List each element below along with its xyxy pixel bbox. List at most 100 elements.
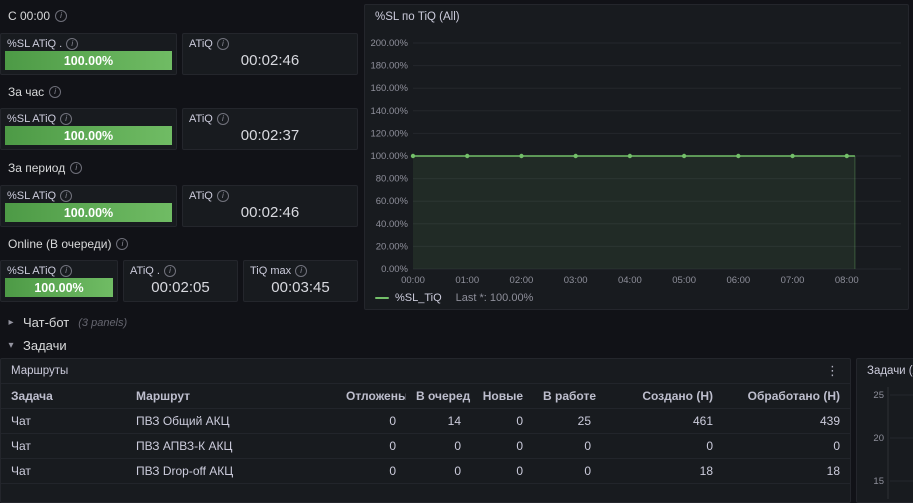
info-icon[interactable]: i <box>66 38 79 50</box>
info-icon[interactable]: i <box>216 113 229 125</box>
panel-title-text: %SL ATiQ <box>7 113 57 125</box>
sl-by-tiq-chart-panel: %SL по TiQ (All) 0.00% 20.00% 40.00% 60.00%… <box>364 4 909 310</box>
info-icon[interactable]: i <box>216 190 229 202</box>
stat-value: 00:03:45 <box>271 279 330 296</box>
gauge-bar: 100.00% <box>5 51 172 70</box>
panel-title-text: TiQ max <box>250 265 292 277</box>
svg-text:60.00%: 60.00% <box>376 196 409 207</box>
svg-text:80.00%: 80.00% <box>376 174 409 185</box>
stat-panel: ATiQ i 00:02:37 <box>182 108 358 150</box>
panel-title-text: %SL ATiQ . <box>7 38 63 50</box>
gauge-value: 100.00% <box>63 128 114 143</box>
info-icon[interactable]: i <box>49 85 62 98</box>
gauge-value: 100.00% <box>34 280 84 295</box>
stat-value: 00:02:05 <box>151 279 210 296</box>
table-cell: 18 <box>699 464 713 478</box>
panel-title: TiQ max i <box>250 265 353 277</box>
info-icon[interactable]: i <box>295 265 308 277</box>
panel-title-text: %SL ATiQ <box>7 265 57 277</box>
panel-title: ATiQ i <box>189 113 353 125</box>
section-header-1[interactable]: С 00:00 i <box>8 8 68 23</box>
row-chatbot-title: Чат-бот <box>23 315 70 330</box>
row-tasks[interactable]: ▾ Задачи <box>6 337 67 354</box>
svg-text:160.00%: 160.00% <box>370 83 408 94</box>
column-header-6[interactable]: В работе <box>533 389 601 403</box>
info-icon[interactable]: i <box>60 265 73 277</box>
column-header-3[interactable]: Отложены <box>336 389 406 403</box>
column-header-7[interactable]: Создано (Н) <box>601 389 723 403</box>
routes-table-title: Маршруты <box>11 365 69 377</box>
info-icon[interactable]: i <box>216 38 229 50</box>
table-cell: 18 <box>826 464 840 478</box>
section-header-4[interactable]: Online (В очереди) i <box>8 236 129 251</box>
section-header-3[interactable]: За период i <box>8 160 83 175</box>
column-header-1[interactable]: Задача <box>1 389 126 403</box>
svg-text:04:00: 04:00 <box>618 275 642 286</box>
row-chatbot-panel-count: (3 panels) <box>78 316 128 329</box>
panel-title: ATiQ i <box>189 38 353 50</box>
row-chatbot[interactable]: ▸ Чат-бот (3 panels) <box>6 314 127 331</box>
info-icon[interactable]: i <box>55 9 68 22</box>
stat-panel: ATiQ i 00:02:46 <box>182 185 358 227</box>
table-row: Чат ПВЗ Drop-off АКЦ 0 0 0 0 18 18 <box>1 459 850 484</box>
stat-value: 00:02:37 <box>240 127 300 144</box>
section-title: Online (В очереди) <box>8 236 112 251</box>
table-cell: 0 <box>516 439 523 453</box>
panel-title-text: ATiQ <box>189 113 213 125</box>
table-cell: 0 <box>389 414 396 428</box>
svg-text:180.00%: 180.00% <box>370 61 408 72</box>
svg-text:02:00: 02:00 <box>510 275 534 286</box>
info-icon[interactable]: i <box>116 237 129 250</box>
svg-text:00:00: 00:00 <box>401 275 425 286</box>
legend-series-label[interactable]: %SL_TiQ <box>395 292 442 304</box>
info-icon[interactable]: i <box>70 161 83 174</box>
gauge-bar: 100.00% <box>5 203 172 222</box>
table-cell: 0 <box>389 464 396 478</box>
panel-menu-icon[interactable]: ⋮ <box>823 363 842 379</box>
panel-title-text: ATiQ <box>189 38 213 50</box>
gauge-panel: %SL ATiQ i 100.00% <box>0 260 118 302</box>
chart-legend: %SL_TiQ Last *: 100.00% <box>375 292 533 304</box>
svg-text:200.00%: 200.00% <box>370 38 408 49</box>
table-row: Чат ПВЗ Общий АКЦ 0 14 0 25 461 439 <box>1 409 850 434</box>
column-header-2[interactable]: Маршрут <box>126 389 336 403</box>
column-header-8[interactable]: Обработано (Н) <box>723 389 850 403</box>
gauge-bar: 100.00% <box>5 278 113 297</box>
table-header-row: ЗадачаМаршрутОтложеныВ очереди↓НовыеВ ра… <box>1 383 850 409</box>
svg-text:20.00%: 20.00% <box>376 241 409 252</box>
table-cell: 0 <box>584 464 591 478</box>
section-title: За час <box>8 84 45 99</box>
svg-text:15: 15 <box>873 476 884 487</box>
svg-text:20: 20 <box>873 433 884 444</box>
info-icon[interactable]: i <box>163 265 176 277</box>
table-cell: 14 <box>447 414 461 428</box>
info-icon[interactable]: i <box>60 190 73 202</box>
section-header-2[interactable]: За час i <box>8 84 62 99</box>
gauge-value: 100.00% <box>63 205 114 220</box>
stat-value: 00:02:46 <box>240 52 300 69</box>
table-cell: 461 <box>692 414 713 428</box>
svg-text:100.00%: 100.00% <box>370 151 408 162</box>
table-cell: 0 <box>454 464 461 478</box>
section-title: За период <box>8 160 66 175</box>
routes-table-panel: Маршруты ⋮ Задача Маршрут Отложены В очеред… <box>0 358 851 503</box>
svg-text:08:00: 08:00 <box>835 275 859 286</box>
row-tasks-title: Задачи <box>23 338 67 353</box>
sl-timeseries-chart[interactable]: 0.00% 20.00% 40.00% 60.00% 80.00% 100.00% 120.… <box>365 5 908 291</box>
legend-last-value: Last *: 100.00% <box>455 292 534 304</box>
svg-text:140.00%: 140.00% <box>370 106 408 117</box>
panel-title: %SL ATiQ i <box>7 190 172 202</box>
tasks-chart-panel: Задачи (All 252015 <box>856 358 913 503</box>
stat-panel: ATiQ . i 00:02:05 <box>123 260 238 302</box>
panel-title: %SL ATiQ .i <box>7 38 172 50</box>
gauge-panel: %SL ATiQ i 100.00% <box>0 108 177 150</box>
table-cell: 0 <box>454 439 461 453</box>
panel-title: ATiQ i <box>189 190 353 202</box>
svg-text:03:00: 03:00 <box>564 275 588 286</box>
column-header-5[interactable]: Новые <box>471 389 533 403</box>
table-cell: 0 <box>389 439 396 453</box>
stat-panel: ATiQ i 00:02:46 <box>182 33 358 75</box>
info-icon[interactable]: i <box>60 113 73 125</box>
table-row: Чат ПВЗ АПВЗ-К АКЦ 0 0 0 0 0 0 <box>1 434 850 459</box>
column-header-4[interactable]: В очереди↓ <box>406 389 471 403</box>
